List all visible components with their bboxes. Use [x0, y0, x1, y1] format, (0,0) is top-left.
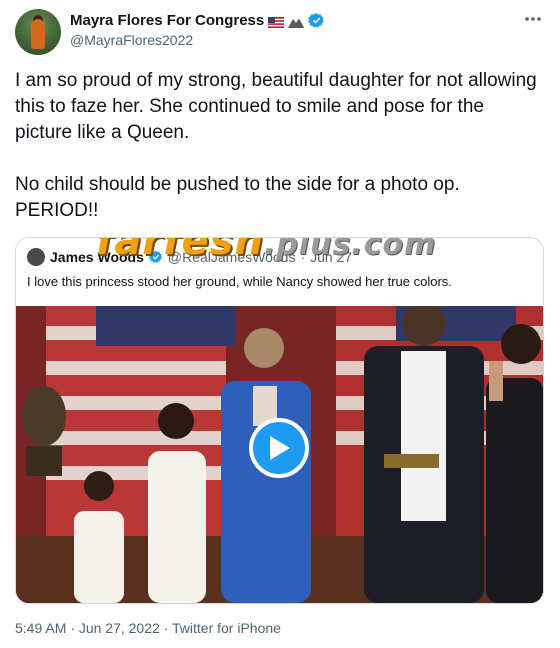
video-player[interactable]	[16, 306, 543, 603]
verified-badge-icon	[308, 12, 325, 29]
mountain-icon	[288, 15, 305, 28]
author-display-name[interactable]: Mayra Flores For Congress	[70, 12, 264, 29]
quoted-tweet[interactable]: James Woods @RealJamesWoods · Jun 27 I l…	[15, 237, 544, 604]
author-handle[interactable]: @MayraFlores2022	[70, 32, 193, 48]
quoted-tweet-text: I love this princess stood her ground, w…	[27, 274, 452, 289]
tweet-source: Twitter for iPhone	[172, 620, 281, 636]
watermark: farfesh.plus.com	[96, 237, 437, 264]
tweet-card: Mayra Flores For Congress @MayraFlores20…	[0, 0, 560, 648]
avatar-figure	[31, 19, 45, 49]
meta-separator-2: ·	[159, 620, 172, 636]
tweet-date[interactable]: Jun 27, 2022	[79, 620, 160, 636]
play-button[interactable]	[249, 418, 309, 478]
author-name-row: Mayra Flores For Congress	[70, 12, 325, 29]
tweet-body-text: I am so proud of my strong, beautiful da…	[15, 70, 537, 221]
watermark-suffix: .plus.com	[263, 237, 437, 262]
quoted-author-avatar	[27, 248, 45, 266]
tweet-time[interactable]: 5:49 AM	[15, 620, 66, 636]
avatar[interactable]	[15, 9, 61, 55]
tweet-metadata: 5:49 AM · Jun 27, 2022 · Twitter for iPh…	[15, 620, 281, 636]
play-icon	[270, 436, 290, 460]
watermark-main: farfesh	[96, 237, 264, 264]
more-options-icon[interactable]	[522, 8, 544, 30]
us-flag-icon	[268, 15, 285, 28]
meta-separator: ·	[66, 620, 79, 636]
